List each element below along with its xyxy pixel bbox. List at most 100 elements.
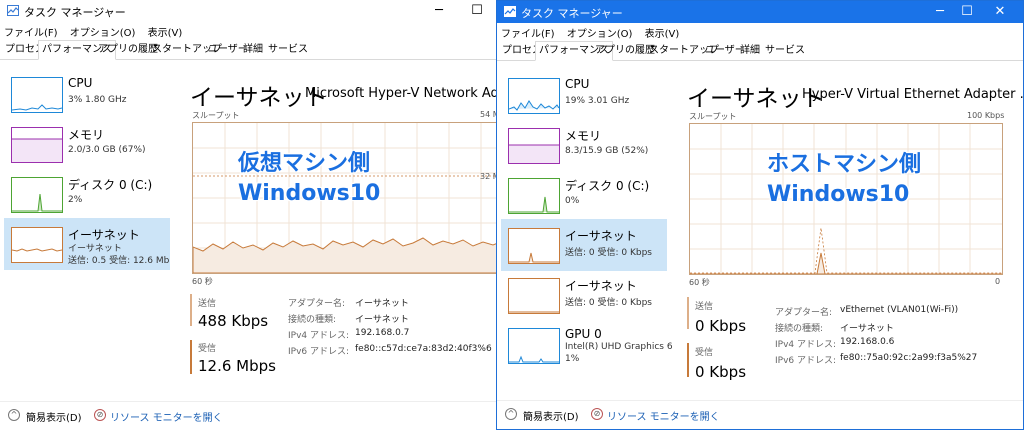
annotation-vm-side: 仮想マシン側 [238, 151, 371, 176]
tab-services[interactable]: サービス [762, 42, 808, 59]
ethernet-thumbnail [508, 228, 560, 264]
open-resource-monitor-link[interactable]: リソース モニターを開く [110, 409, 223, 424]
sidebar-item-cpu[interactable]: CPU 3% 1.80 GHz [4, 68, 170, 120]
sidebar-item-gpu[interactable]: GPU 0 Intel(R) UHD Graphics 6 1% [501, 319, 673, 371]
sidebar-item-ethernet-2[interactable]: イーサネット 送信: 0 受信: 0 Kbps [501, 269, 667, 321]
send-indicator [190, 294, 192, 326]
task-manager-icon [7, 5, 19, 16]
window-title: タスク マネージャー [24, 6, 126, 19]
maximize-icon: ☐ [471, 3, 483, 18]
detail-key: アダプター名: [775, 308, 833, 318]
fewer-details-link[interactable]: 簡易表示(D) [26, 409, 82, 424]
cpu-thumbnail [11, 77, 63, 113]
sidebar-item-ethernet[interactable]: イーサネット イーサネット 送信: 0.5 受信: 12.6 Mb [4, 218, 170, 270]
tab-details[interactable]: 詳細 [737, 42, 763, 59]
disk-thumbnail-graph [12, 193, 62, 212]
tab-details[interactable]: 詳細 [240, 41, 266, 58]
menu-view[interactable]: 表示(V) [148, 28, 183, 39]
open-resource-monitor-link[interactable]: リソース モニターを開く [607, 408, 720, 423]
memory-thumbnail [11, 127, 63, 163]
cpu-thumbnail [508, 78, 560, 114]
ethernet-thumbnail-graph [12, 248, 62, 252]
menu-bar: ファイル(F) オプション(O) 表示(V) [501, 25, 688, 41]
detail-key: アダプター名: [288, 299, 346, 309]
close-icon: ✕ [994, 4, 1006, 19]
sidebar-item-value: 送信: 0 受信: 0 Kbps [565, 298, 652, 308]
resource-monitor-icon: ⊘ [591, 408, 603, 420]
maximize-icon: ☐ [961, 4, 973, 19]
sidebar-item-value: 2.0/3.0 GB (67%) [68, 145, 146, 155]
detail-value: fe80::75a0:92c:2a99:f3a5%27 [840, 353, 978, 363]
tab-services[interactable]: サービス [265, 41, 311, 58]
footer: ^ 簡易表示(D) ⊘ リソース モニターを開く [0, 401, 500, 430]
sidebar-item-value: 送信: 0 受信: 0 Kbps [565, 248, 652, 258]
sidebar-item-value: 送信: 0.5 受信: 12.6 Mb [68, 256, 170, 266]
detail-key: 接続の種類: [775, 324, 824, 334]
graph-zero-label: 0 [995, 277, 1001, 286]
annotation-host-side: ホストマシン側 [767, 152, 922, 177]
menu-options[interactable]: オプション(O) [567, 29, 633, 40]
graph-time-label: 60 秒 [689, 278, 710, 287]
detail-value: イーサネット [840, 324, 894, 334]
receive-indicator [687, 343, 689, 377]
annotation-os: Windows10 [238, 181, 381, 206]
throughput-label: スループット [192, 111, 240, 120]
send-indicator [687, 297, 689, 329]
cpu-thumbnail-graph [509, 100, 559, 111]
sidebar-item-memory[interactable]: メモリ 2.0/3.0 GB (67%) [4, 118, 170, 170]
sidebar-item-memory[interactable]: メモリ 8.3/15.9 GB (52%) [501, 119, 667, 171]
sidebar-item-cpu[interactable]: CPU 19% 3.01 GHz [501, 69, 667, 121]
sidebar-item-label: メモリ [565, 129, 602, 143]
sidebar-item-value: 0% [565, 196, 580, 206]
detail-value: 192.168.0.6 [840, 337, 895, 347]
performance-panel: イーサネット Microsoft Hyper-V Network Adap スル… [180, 60, 500, 400]
host-task-manager-window: タスク マネージャー ─ ☐ ✕ ファイル(F) オプション(O) 表示(V) … [496, 0, 1024, 430]
detail-key: IPv4 アドレス: [288, 331, 350, 341]
send-value: 488 Kbps [198, 312, 269, 330]
detail-key: IPv6 アドレス: [288, 347, 350, 357]
sidebar-item-value: Intel(R) UHD Graphics 6 [565, 342, 673, 352]
sidebar-item-label: CPU [68, 76, 93, 90]
fewer-details-link[interactable]: 簡易表示(D) [523, 408, 579, 423]
menu-file[interactable]: ファイル(F) [501, 29, 555, 40]
detail-value: vEthernet (VLAN01(Wi-Fi)) [840, 305, 959, 315]
close-button[interactable]: ✕ [977, 1, 1023, 23]
performance-panel: イーサネット Hyper-V Virtual Ethernet Adapter … [677, 61, 1023, 401]
maximize-button[interactable]: ☐ [454, 0, 500, 22]
task-manager-icon [504, 6, 516, 17]
chevron-up-icon[interactable]: ^ [505, 408, 517, 420]
chevron-up-icon[interactable]: ^ [8, 409, 20, 421]
menu-view[interactable]: 表示(V) [645, 29, 680, 40]
graph-time-label: 60 秒 [192, 277, 213, 286]
send-value: 0 Kbps [695, 317, 747, 335]
menu-bar: ファイル(F) オプション(O) 表示(V) [4, 24, 191, 40]
sidebar-item-label: イーサネット [565, 279, 637, 293]
disk-thumbnail [11, 177, 63, 213]
detail-key: IPv4 アドレス: [775, 340, 837, 350]
menu-options[interactable]: オプション(O) [70, 28, 136, 39]
ethernet-thumbnail [11, 227, 63, 263]
resource-sidebar: CPU 19% 3.01 GHz メモリ 8.3/15.9 GB (52%) デ… [497, 61, 673, 399]
title-bar[interactable]: タスク マネージャー ─ ☐ [0, 0, 500, 22]
sidebar-item-ethernet-1[interactable]: イーサネット 送信: 0 受信: 0 Kbps [501, 219, 667, 271]
receive-label: 受信 [198, 344, 217, 354]
sidebar-item-disk[interactable]: ディスク 0 (C:) 0% [501, 169, 667, 221]
gpu-thumbnail [508, 328, 560, 364]
minimize-icon: ─ [435, 3, 443, 18]
detail-value: 192.168.0.7 [355, 328, 410, 338]
receive-indicator [190, 340, 192, 374]
sidebar-item-label: ディスク 0 (C:) [68, 178, 153, 192]
detail-key: 接続の種類: [288, 315, 337, 325]
title-bar[interactable]: タスク マネージャー ─ ☐ ✕ [497, 1, 1023, 23]
disk-thumbnail-graph [509, 196, 559, 213]
sidebar-item-label: ディスク 0 (C:) [565, 179, 650, 193]
sidebar-item-disk[interactable]: ディスク 0 (C:) 2% [4, 168, 170, 220]
tab-strip: プロセス パフォーマンス アプリの履歴 スタートアップ ユーザー 詳細 サービス [497, 41, 1023, 61]
sidebar-item-value: 19% 3.01 GHz [565, 96, 630, 106]
memory-thumbnail [508, 128, 560, 164]
menu-file[interactable]: ファイル(F) [4, 28, 58, 39]
graph-max-label: 100 Kbps [967, 111, 1005, 120]
tab-strip: プロセス パフォーマンス アプリの履歴 スタートアップ ユーザー 詳細 サービス [0, 40, 500, 60]
throughput-label: スループット [689, 112, 737, 121]
detail-value: イーサネット [355, 315, 409, 325]
